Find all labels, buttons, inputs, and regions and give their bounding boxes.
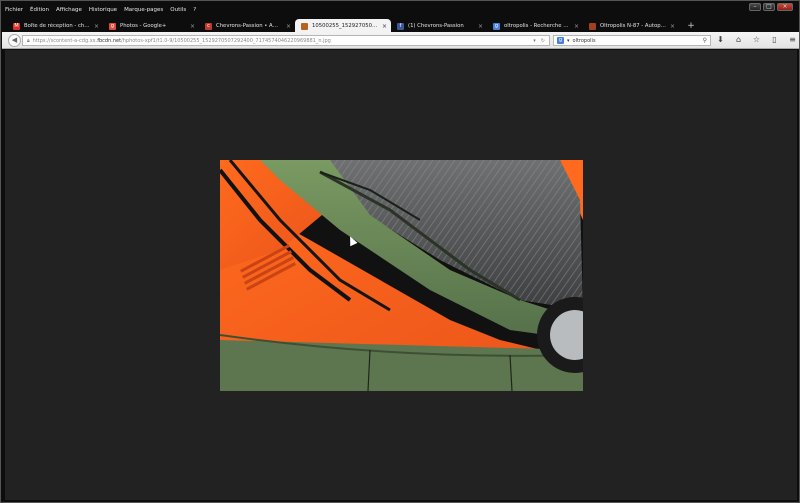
- forum-icon: c: [205, 22, 212, 30]
- tab-title: Boîte de réception - chevrons...: [24, 23, 90, 29]
- google-plus-icon: g: [109, 22, 116, 30]
- home-icon[interactable]: ⌂: [734, 35, 743, 44]
- page-content: [5, 50, 797, 500]
- menu-fichier[interactable]: Fichier: [5, 7, 23, 13]
- url-prefix: https://scontent-a-cdg.xx.: [32, 37, 98, 44]
- tab-title: oltropolis - Recherche Google: [504, 23, 570, 29]
- navigation-toolbar: ◀ 🔒︎ https://scontent-a-cdg.xx. fbcdn.ne…: [2, 32, 799, 49]
- close-window-icon[interactable]: ×: [777, 3, 793, 11]
- search-engine-dropdown-icon[interactable]: ▾: [567, 38, 570, 44]
- google-icon[interactable]: g: [557, 37, 564, 44]
- menu-historique[interactable]: Historique: [89, 7, 117, 13]
- maximize-icon[interactable]: □: [763, 3, 775, 11]
- url-path: /hphotos-xpf1/t1.0-9/10500255_1529270507…: [121, 37, 331, 44]
- tab-title: Photos - Google+: [120, 23, 167, 29]
- tab-3[interactable]: 10500255_1529270507292400... ×: [295, 19, 391, 33]
- url-domain: fbcdn.net: [97, 37, 122, 44]
- autopolis-icon: [589, 22, 596, 30]
- google-icon: g: [493, 22, 500, 30]
- new-tab-button[interactable]: +: [685, 19, 697, 33]
- dropdown-icon[interactable]: ▾: [533, 38, 536, 44]
- tab-4[interactable]: f (1) Chevrons-Passion ×: [391, 19, 487, 33]
- tab-title: 10500255_1529270507292400...: [312, 23, 378, 29]
- url-bar[interactable]: 🔒︎ https://scontent-a-cdg.xx. fbcdn.net …: [22, 35, 550, 46]
- tab-5[interactable]: g oltropolis - Recherche Google ×: [487, 19, 583, 33]
- lock-icon: 🔒︎: [27, 37, 30, 44]
- back-button[interactable]: ◀: [8, 34, 21, 47]
- close-tab-icon[interactable]: ×: [574, 23, 579, 30]
- tab-strip: M Boîte de réception - chevrons... × g Photo…: [7, 17, 797, 33]
- menu-outils[interactable]: Outils: [170, 7, 186, 13]
- tab-0[interactable]: M Boîte de réception - chevrons... ×: [7, 19, 103, 33]
- minimize-icon[interactable]: –: [749, 3, 761, 11]
- browser-window: Fichier Édition Affichage Historique Mar…: [0, 0, 800, 503]
- search-value: oltropolis: [572, 37, 596, 44]
- search-icon[interactable]: ⚲: [703, 37, 707, 44]
- tab-title: Oltropolis N-87 - Autopolis | vi...: [600, 23, 666, 29]
- download-icon[interactable]: ⬇: [716, 35, 725, 44]
- bookmarks-menu-icon[interactable]: ▯: [770, 35, 779, 44]
- tab-1[interactable]: g Photos - Google+ ×: [103, 19, 199, 33]
- menu-marque-pages[interactable]: Marque-pages: [124, 7, 163, 13]
- search-bar[interactable]: g ▾ oltropolis ⚲: [553, 35, 711, 46]
- menu-bar: Fichier Édition Affichage Historique Mar…: [5, 4, 196, 16]
- car-photo[interactable]: [220, 160, 583, 391]
- menu-affichage[interactable]: Affichage: [56, 7, 82, 13]
- close-tab-icon[interactable]: ×: [286, 23, 291, 30]
- reload-icon[interactable]: ↻: [541, 38, 545, 44]
- image-icon: [301, 22, 308, 30]
- window-controls: – □ ×: [749, 3, 793, 11]
- close-tab-icon[interactable]: ×: [478, 23, 483, 30]
- close-tab-icon[interactable]: ×: [94, 23, 99, 30]
- facebook-icon: f: [397, 22, 404, 30]
- tab-2[interactable]: c Chevrons-Passion • Afficher l... ×: [199, 19, 295, 33]
- close-tab-icon[interactable]: ×: [190, 23, 195, 30]
- close-tab-icon[interactable]: ×: [670, 23, 675, 30]
- menu-edition[interactable]: Édition: [30, 7, 49, 13]
- tab-6[interactable]: Oltropolis N-87 - Autopolis | vi... ×: [583, 19, 679, 33]
- gmail-icon: M: [13, 22, 20, 30]
- close-tab-icon[interactable]: ×: [382, 23, 387, 30]
- toolbar-buttons: ⬇ ⌂ ☆ ▯ ≡: [716, 35, 797, 44]
- bookmark-star-icon[interactable]: ☆: [752, 35, 761, 44]
- car-photo-image: [220, 160, 583, 391]
- menu-hamburger-icon[interactable]: ≡: [788, 35, 797, 44]
- tab-title: Chevrons-Passion • Afficher l...: [216, 23, 282, 29]
- tab-title: (1) Chevrons-Passion: [408, 23, 464, 29]
- menu-help[interactable]: ?: [193, 7, 196, 13]
